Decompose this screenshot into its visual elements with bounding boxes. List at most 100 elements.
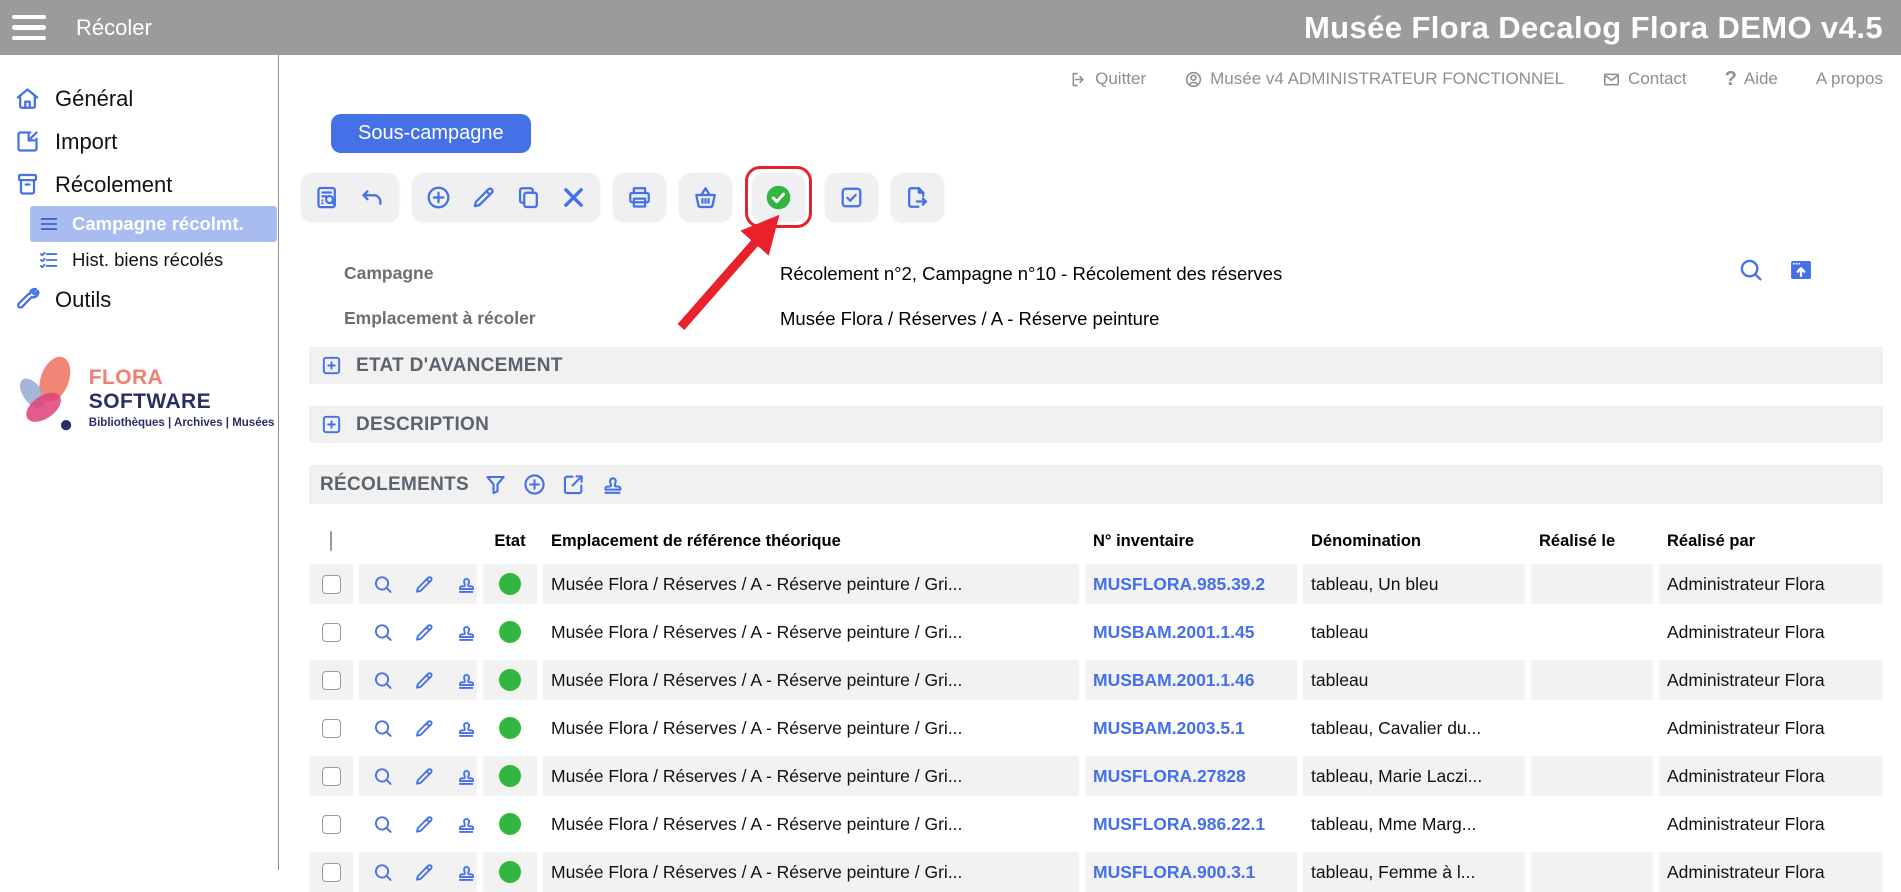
print-button[interactable]: [626, 184, 653, 211]
realise-par-cell: Administrateur Flora: [1659, 660, 1883, 700]
edit-pencil-icon[interactable]: [413, 573, 435, 596]
expand-plus-icon[interactable]: [320, 354, 343, 377]
row-checkbox[interactable]: [322, 815, 341, 834]
table-row: Musée Flora / Réserves / A - Réserve pei…: [309, 660, 1883, 700]
open-window-icon[interactable]: [1787, 256, 1815, 284]
sidebar-item-general[interactable]: Général: [0, 77, 278, 120]
view-magnifier-icon[interactable]: [372, 717, 394, 740]
row-checkbox[interactable]: [322, 767, 341, 786]
stamp-icon[interactable]: [455, 669, 477, 692]
validate-button[interactable]: [765, 184, 792, 211]
stamp-icon[interactable]: [455, 765, 477, 788]
emplacement-cell: Musée Flora / Réserves / A - Réserve pei…: [543, 660, 1079, 700]
select-all-checkbox[interactable]: [330, 531, 332, 551]
external-link-icon[interactable]: [561, 472, 586, 497]
sidebar-item-hist-biens-recoles[interactable]: Hist. biens récolés: [30, 242, 278, 278]
recolements-title: RÉCOLEMENTS: [320, 474, 469, 496]
copy-button[interactable]: [515, 184, 542, 211]
list-search-button[interactable]: [314, 184, 341, 211]
view-magnifier-icon[interactable]: [372, 621, 394, 644]
edit-pencil-icon[interactable]: [413, 669, 435, 692]
table-header-row: Etat Emplacement de référence théorique …: [309, 526, 1883, 556]
add-button[interactable]: [425, 184, 452, 211]
denomination-cell: tableau: [1303, 660, 1525, 700]
row-checkbox[interactable]: [322, 863, 341, 882]
section-title: DESCRIPTION: [356, 414, 489, 436]
view-magnifier-icon[interactable]: [372, 573, 394, 596]
row-checkbox[interactable]: [322, 671, 341, 690]
view-magnifier-icon[interactable]: [372, 765, 394, 788]
inventory-link[interactable]: MUSFLORA.900.3.1: [1093, 862, 1255, 883]
sidebar-item-outils[interactable]: Outils: [0, 278, 278, 321]
edit-pencil-icon[interactable]: [413, 765, 435, 788]
status-dot-green: [499, 813, 521, 835]
inventory-link[interactable]: MUSFLORA.986.22.1: [1093, 814, 1265, 835]
app-title: Musée Flora Decalog Flora DEMO v4.5: [1304, 10, 1883, 46]
row-checkbox[interactable]: [322, 623, 341, 642]
recolements-table: Etat Emplacement de référence théorique …: [309, 526, 1883, 892]
row-checkbox[interactable]: [322, 719, 341, 738]
flora-logo: FLORA SOFTWARE Bibliothèques | Archives …: [8, 351, 278, 443]
edit-pencil-icon[interactable]: [413, 861, 435, 884]
module-title: Récoler: [76, 15, 152, 41]
undo-button[interactable]: [359, 184, 386, 211]
import-icon: [14, 128, 41, 155]
edit-pencil-icon[interactable]: [413, 621, 435, 644]
stamp-icon[interactable]: [455, 573, 477, 596]
delete-button[interactable]: [560, 184, 587, 211]
table-row: Musée Flora / Réserves / A - Réserve pei…: [309, 612, 1883, 652]
a-propos-link[interactable]: A propos: [1816, 69, 1883, 89]
expand-plus-icon[interactable]: [320, 413, 343, 436]
view-magnifier-icon[interactable]: [372, 861, 394, 884]
user-icon: [1184, 70, 1203, 89]
list-icon: [38, 213, 60, 235]
column-header-emplacement: Emplacement de référence théorique: [543, 532, 1079, 551]
inventory-link[interactable]: MUSFLORA.27828: [1093, 766, 1246, 787]
status-dot-green: [499, 765, 521, 787]
field-label: Campagne: [344, 263, 780, 284]
add-circle-icon[interactable]: [522, 472, 547, 497]
sidebar-item-campagne-recolmt[interactable]: Campagne récolmt.: [30, 206, 277, 242]
edit-pencil-icon[interactable]: [413, 813, 435, 836]
search-icon[interactable]: [1737, 256, 1765, 284]
inventory-link[interactable]: MUSBAM.2003.5.1: [1093, 718, 1245, 739]
sidebar-item-label: Récolement: [55, 172, 172, 198]
view-magnifier-icon[interactable]: [372, 813, 394, 836]
contact-link[interactable]: Contact: [1602, 69, 1687, 89]
basket-button[interactable]: [692, 184, 719, 211]
aide-link[interactable]: ? Aide: [1725, 68, 1778, 91]
section-description[interactable]: DESCRIPTION: [309, 406, 1883, 443]
sidebar-item-import[interactable]: Import: [0, 120, 278, 163]
question-mark-icon: ?: [1725, 68, 1737, 91]
tab-sous-campagne[interactable]: Sous-campagne: [331, 114, 531, 153]
pencil-icon: [470, 184, 497, 211]
edit-pencil-icon[interactable]: [413, 717, 435, 740]
stamp-icon[interactable]: [455, 813, 477, 836]
table-row: Musée Flora / Réserves / A - Réserve pei…: [309, 852, 1883, 892]
inventory-link[interactable]: MUSBAM.2001.1.45: [1093, 622, 1254, 643]
hamburger-menu-icon[interactable]: [12, 15, 46, 41]
brand-tagline: Bibliothèques | Archives | Musées: [89, 417, 278, 429]
row-checkbox[interactable]: [322, 575, 341, 594]
realise-par-cell: Administrateur Flora: [1659, 852, 1883, 892]
edit-button[interactable]: [470, 184, 497, 211]
table-row: Musée Flora / Réserves / A - Réserve pei…: [309, 804, 1883, 844]
home-icon: [14, 85, 41, 112]
stamp-icon[interactable]: [455, 861, 477, 884]
filter-funnel-icon[interactable]: [483, 472, 508, 497]
denomination-cell: tableau, Marie Laczi...: [1303, 756, 1525, 796]
checklist-icon: [38, 249, 60, 271]
inventory-link[interactable]: MUSBAM.2001.1.46: [1093, 670, 1254, 691]
user-menu[interactable]: Musée v4 ADMINISTRATEUR FONCTIONNEL: [1184, 69, 1564, 89]
flora-petals-icon: [8, 351, 85, 443]
section-etat-avancement[interactable]: ETAT D'AVANCEMENT: [309, 347, 1883, 384]
stamp-icon[interactable]: [455, 717, 477, 740]
checkbox-validate-button[interactable]: [838, 184, 865, 211]
quitter-link[interactable]: Quitter: [1069, 69, 1146, 89]
view-magnifier-icon[interactable]: [372, 669, 394, 692]
stamp-icon[interactable]: [600, 472, 625, 497]
stamp-icon[interactable]: [455, 621, 477, 644]
inventory-link[interactable]: MUSFLORA.985.39.2: [1093, 574, 1265, 595]
sidebar-item-recolement[interactable]: Récolement: [0, 163, 278, 206]
export-button[interactable]: [904, 184, 931, 211]
